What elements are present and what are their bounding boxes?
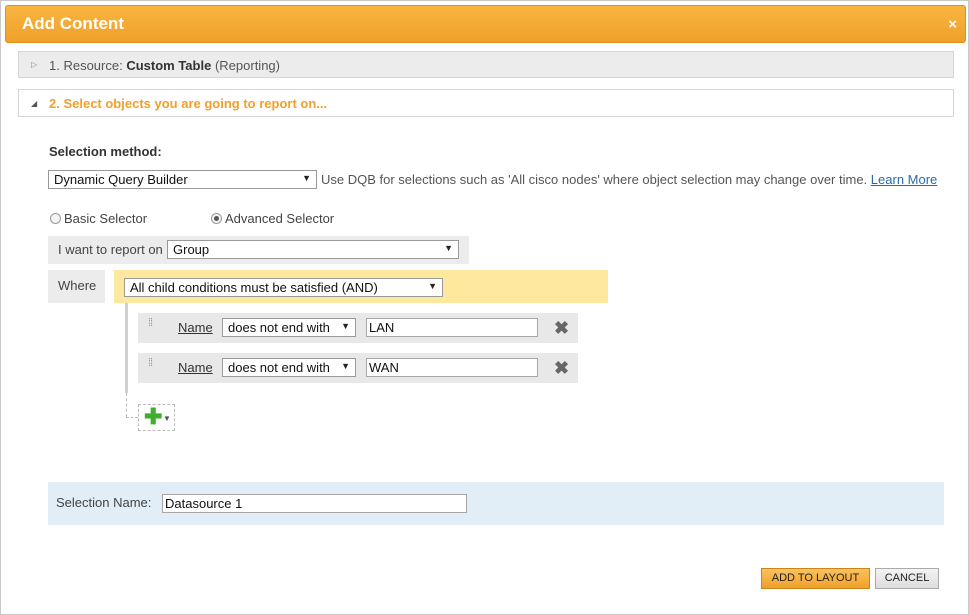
condition-operator-value: does not end with — [228, 320, 330, 335]
condition-tree-dashed-branch — [126, 417, 138, 418]
condition-field-link[interactable]: Name — [178, 360, 213, 375]
advanced-selector-label: Advanced Selector — [225, 211, 335, 226]
dialog-titlebar: Add Content × — [5, 5, 966, 43]
condition-row: ⁞⁞ Name does not end with ▼ LAN ✖ — [138, 313, 578, 343]
drag-handle-icon[interactable]: ⁞⁞ — [148, 358, 156, 369]
condition-tree-dashed-line — [126, 393, 127, 417]
report-on-select[interactable]: Group ▼ — [167, 240, 459, 259]
condition-operator-select[interactable]: does not end with ▼ — [222, 358, 356, 377]
step-select-objects-header[interactable]: ◢ 2. Select objects you are going to rep… — [18, 89, 954, 117]
dropdown-arrow-icon: ▼ — [302, 173, 311, 183]
basic-selector-radio[interactable]: Basic Selector — [50, 211, 147, 226]
close-icon[interactable]: × — [948, 16, 957, 33]
cancel-button[interactable]: CANCEL — [875, 568, 939, 589]
step-resource-text: 1. Resource: Custom Table (Reporting) — [49, 58, 280, 73]
delete-condition-icon[interactable]: ✖ — [554, 318, 569, 339]
radio-checked-icon — [211, 213, 222, 224]
where-label-box: Where — [48, 270, 105, 303]
caret-down-icon: ▼ — [163, 414, 171, 423]
add-to-layout-button[interactable]: ADD TO LAYOUT — [761, 568, 870, 589]
condition-operator-select[interactable]: does not end with ▼ — [222, 318, 356, 337]
condition-row: ⁞⁞ Name does not end with ▼ WAN ✖ — [138, 353, 578, 383]
delete-condition-icon[interactable]: ✖ — [554, 358, 569, 379]
selection-method-select[interactable]: Dynamic Query Builder ▼ — [48, 170, 317, 189]
plus-icon: ✚ — [144, 404, 163, 429]
expand-triangle-icon: ▷ — [31, 60, 38, 69]
condition-value-input[interactable]: WAN — [366, 358, 538, 377]
selection-method-value: Dynamic Query Builder — [54, 172, 188, 187]
dropdown-arrow-icon: ▼ — [444, 243, 453, 253]
condition-field-link[interactable]: Name — [178, 320, 213, 335]
add-content-dialog: Add Content × ▷ 1. Resource: Custom Tabl… — [0, 0, 969, 615]
condition-tree-line — [125, 303, 128, 393]
step-select-objects-label: 2. Select objects you are going to repor… — [49, 96, 328, 111]
dialog-title: Add Content — [22, 14, 124, 33]
step-resource-name: Custom Table — [126, 58, 212, 73]
add-condition-button[interactable]: ✚ ▼ — [138, 404, 175, 431]
dropdown-arrow-icon: ▼ — [428, 281, 437, 291]
basic-selector-label: Basic Selector — [64, 211, 148, 226]
condition-mode-value: All child conditions must be satisfied (… — [130, 280, 378, 295]
step-resource-header[interactable]: ▷ 1. Resource: Custom Table (Reporting) — [18, 51, 954, 78]
dropdown-arrow-icon: ▼ — [341, 361, 350, 371]
report-on-label: I want to report on — [58, 242, 163, 257]
dropdown-arrow-icon: ▼ — [341, 321, 350, 331]
selection-method-help-text: Use DQB for selections such as 'All cisc… — [321, 172, 868, 187]
radio-unchecked-icon — [50, 213, 61, 224]
selection-name-input[interactable]: Datasource 1 — [162, 494, 467, 513]
selection-name-label: Selection Name: — [56, 495, 152, 510]
condition-mode-select[interactable]: All child conditions must be satisfied (… — [124, 278, 443, 297]
report-on-value: Group — [173, 242, 210, 257]
condition-operator-value: does not end with — [228, 360, 330, 375]
advanced-selector-radio[interactable]: Advanced Selector — [211, 211, 334, 226]
step-resource-suffix: (Reporting) — [214, 58, 280, 73]
where-label: Where — [58, 278, 97, 293]
selection-method-help: Use DQB for selections such as 'All cisc… — [321, 172, 937, 187]
collapse-triangle-icon: ◢ — [31, 99, 38, 108]
step-resource-prefix: 1. Resource: — [49, 58, 123, 73]
drag-handle-icon[interactable]: ⁞⁞ — [148, 318, 156, 329]
condition-value-input[interactable]: LAN — [366, 318, 538, 337]
learn-more-link[interactable]: Learn More — [871, 172, 937, 187]
selection-method-label: Selection method: — [49, 144, 162, 159]
